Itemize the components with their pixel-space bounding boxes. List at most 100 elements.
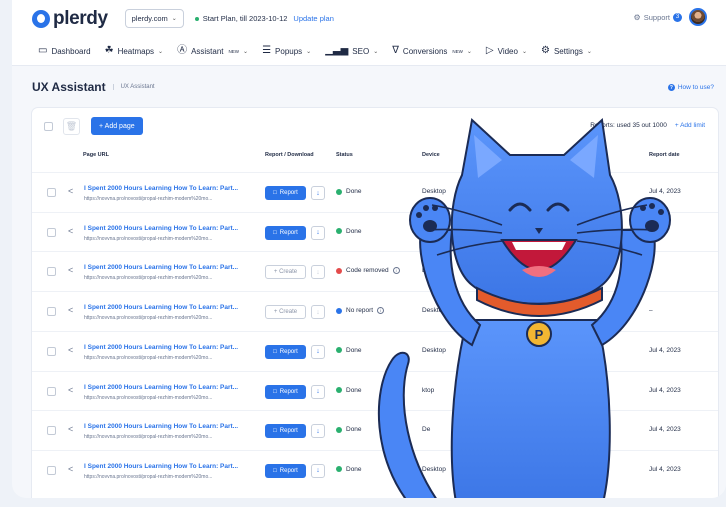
page-title-link[interactable]: I Spent 2000 Hours Learning How To Learn… [84,423,238,430]
report-button[interactable]: □ Report [265,344,306,359]
page-url: https://novvna.pro/novosti/propal-rezhim… [84,315,213,322]
report-button[interactable]: □ Report [265,463,306,478]
share-icon[interactable]: < [68,226,73,236]
nav-label: Conversions [402,46,448,56]
th-report[interactable]: Report / Download [265,152,314,158]
page-url: https://novvna.pro/novosti/propal-rezhim… [84,434,213,441]
page-title-link[interactable]: I Spent 2000 Hours Learning How To Learn… [84,185,238,192]
share-icon[interactable]: < [68,464,73,474]
file-icon: □ [273,467,277,474]
row-checkbox[interactable] [47,307,56,317]
page-title-link[interactable]: I Spent 2000 Hours Learning How To Learn… [84,463,238,470]
row-checkbox[interactable] [47,188,56,197]
page-url: https://novvna.pro/novosti/propal-rezhim… [84,394,213,401]
title-bar: UX Assistant UX Assistant [32,80,155,94]
support-button[interactable]: ⚙ Support 3 [634,12,682,22]
share-icon[interactable]: < [68,385,73,395]
share-icon[interactable]: < [68,265,73,275]
row-checkbox[interactable] [47,267,56,277]
file-icon: □ [273,229,277,236]
share-icon[interactable]: < [68,424,73,434]
page-title-link[interactable]: I Spent 2000 Hours Learning How To Learn… [84,384,238,391]
share-icon[interactable]: < [68,345,73,355]
trash-icon[interactable]: 🗑 [63,117,80,135]
file-icon: □ [273,388,277,395]
add-page-button[interactable]: + Add page [91,117,143,135]
report-button[interactable]: □ Report [265,225,306,240]
report-label: Report [279,388,298,395]
report-label: Report [279,229,298,236]
play-icon: ▷ [485,45,494,56]
nav-item-settings[interactable]: ⚙ Settings ⌄ [541,46,592,56]
nav-label: Dashboard [51,46,91,56]
row-checkbox[interactable] [47,465,56,475]
create-button[interactable]: + Create [265,265,306,280]
page-title-link[interactable]: I Spent 2000 Hours Learning How To Learn… [84,304,238,311]
share-icon[interactable]: < [68,186,73,196]
nav-item-conversions[interactable]: ∇ Conversions NEW ⌄ [392,46,472,56]
chevron-down-icon: ⌄ [158,48,164,55]
nav-label: Settings [553,46,583,56]
report-label: Report [279,467,298,474]
page-url: https://novvna.pro/novosti/propal-rezhim… [84,275,213,282]
page-title-link[interactable]: I Spent 2000 Hours Learning How To Learn… [84,264,238,271]
top-bar: plerdy plerdy.com ⌄ Start Plan, till 202… [12,0,726,37]
row-checkbox[interactable] [47,386,56,396]
file-icon: □ [273,428,277,435]
nav-item-seo[interactable]: ▁▃▅ SEO ⌄ [325,46,378,56]
seo-chart-icon: ▁▃▅ [325,45,349,56]
download-icon[interactable]: ↓ [311,186,325,200]
nav-item-dashboard[interactable]: ▭ Dashboard [38,46,91,56]
download-icon[interactable]: ↓ [311,265,325,280]
page-title: UX Assistant [32,80,106,94]
row-checkbox[interactable] [47,227,56,237]
status-dot [336,426,342,433]
heatmaps-icon: ☘ [104,45,114,56]
page-url: https://novvna.pro/novosti/propal-rezhim… [84,473,213,480]
th-status[interactable]: Status [336,152,353,158]
download-icon[interactable]: ↓ [311,305,325,320]
chevron-down-icon: ⌄ [373,48,379,55]
report-button[interactable]: □ Report [265,384,306,399]
page-title-link[interactable]: I Spent 2000 Hours Learning How To Learn… [84,225,238,232]
chevron-down-icon: ⌄ [586,48,592,55]
chevron-down-icon: ⌄ [521,48,527,55]
table-toolbar: 🗑 + Add page [44,117,143,135]
chevron-down-icon: ⌄ [306,48,312,55]
update-plan-link[interactable]: Update plan [293,14,333,23]
status-dot [336,267,342,274]
row-checkbox[interactable] [47,346,56,356]
row-checkbox[interactable] [47,426,56,436]
download-icon[interactable]: ↓ [311,344,325,359]
report-label: Report [279,428,298,435]
download-icon[interactable]: ↓ [311,463,325,478]
how-to-use-link[interactable]: ? How to use? [667,84,714,91]
plerdy-logo[interactable]: plerdy [32,8,108,30]
share-icon[interactable]: < [68,305,73,315]
nav-item-assistant[interactable]: Ⓐ Assistant NEW ⌄ [177,46,248,56]
new-badge: NEW [452,48,463,54]
chevron-down-icon: ⌄ [171,16,177,22]
download-icon[interactable]: ↓ [311,225,325,240]
select-all-checkbox[interactable] [44,121,53,131]
status-dot [336,228,342,235]
avatar[interactable] [689,8,707,26]
report-button[interactable]: □ Report [265,424,306,439]
breadcrumb[interactable]: UX Assistant [112,84,155,90]
report-button[interactable]: □ Report [265,186,306,200]
logo-text: plerdy [53,7,108,29]
nav-item-heatmaps[interactable]: ☘ Heatmaps ⌄ [105,46,163,56]
nav-item-popups[interactable]: ☰ Popups ⌄ [262,46,311,56]
download-icon[interactable]: ↓ [311,424,325,439]
domain-select[interactable]: plerdy.com ⌄ [124,9,184,28]
file-icon: □ [273,190,277,196]
page-url: https://novvna.pro/novosti/propal-rezhim… [84,196,213,202]
cat-body [450,319,611,498]
create-button[interactable]: + Create [265,305,306,320]
th-page-url[interactable]: Page URL [83,152,109,158]
cat-tail [377,351,438,498]
download-icon[interactable]: ↓ [311,384,325,399]
page-title-link[interactable]: I Spent 2000 Hours Learning How To Learn… [84,344,238,351]
support-count-badge: 3 [673,12,682,22]
nav-item-video[interactable]: ▷ Video ⌄ [486,46,527,56]
